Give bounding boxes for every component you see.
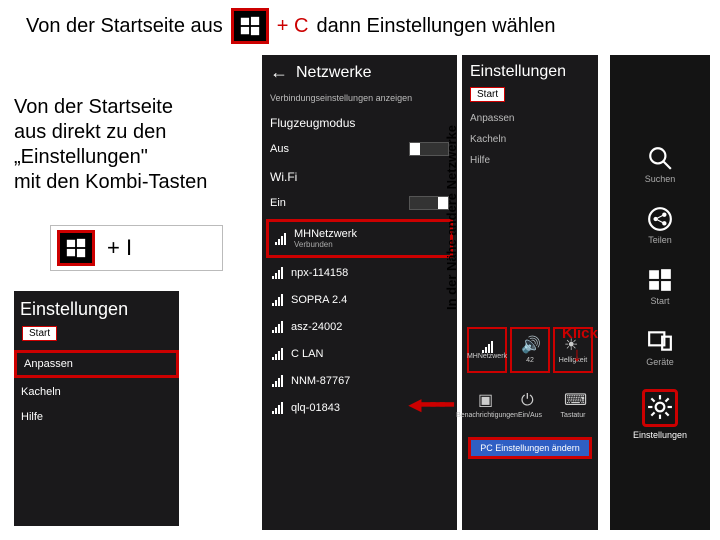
- networks-panel: ← Netzwerke Verbindungseinstellungen anz…: [262, 55, 457, 530]
- charm-label: Start: [650, 296, 669, 306]
- wifi-icon: [272, 321, 283, 333]
- title-pre: Von der Startseite aus: [26, 15, 223, 38]
- setting-item-anpassen[interactable]: Anpassen: [462, 108, 598, 129]
- charm-devices[interactable]: Geräte: [646, 328, 674, 367]
- start-tag[interactable]: Start: [470, 87, 505, 102]
- networks-header: ← Netzwerke: [262, 55, 457, 90]
- windows-key-icon: [57, 230, 95, 266]
- search-icon: [647, 145, 673, 171]
- network-item[interactable]: C LAN: [266, 342, 453, 366]
- devices-icon: [647, 328, 673, 354]
- wifi-label: Wi.Fi: [270, 170, 297, 184]
- charm-share[interactable]: Teilen: [647, 206, 673, 245]
- pc-settings-button[interactable]: PC Einstellungen ändern: [468, 437, 592, 459]
- sub-l2: aus direkt zu den: [14, 120, 244, 145]
- power-icon: ⏻: [521, 392, 539, 410]
- wifi-state: Ein: [270, 197, 286, 209]
- start-tag[interactable]: Start: [22, 326, 57, 341]
- title-row: Von der Startseite aus + C dann Einstell…: [26, 8, 556, 44]
- network-name: qlq-01843: [291, 402, 340, 414]
- setting-item-kacheln[interactable]: Kacheln: [14, 381, 179, 403]
- klick-annotation: Klick: [562, 325, 598, 342]
- setting-item-hilfe[interactable]: Hilfe: [462, 150, 598, 171]
- arrow-left-icon: ◄━━━: [404, 392, 450, 418]
- gear-icon-wrap: [642, 389, 678, 427]
- shortcut-i: + I: [107, 235, 132, 261]
- wifi-icon: [272, 402, 283, 414]
- keyboard-icon: ⌨: [564, 392, 582, 410]
- windows-key-icon: [231, 8, 269, 44]
- settings-panel-small: Einstellungen Start Anpassen Kacheln Hil…: [14, 291, 179, 526]
- network-item[interactable]: asz-24002: [266, 315, 453, 339]
- networks-title: Netzwerke: [296, 64, 372, 82]
- network-name: NNM-87767: [291, 375, 350, 387]
- sub-l1: Von der Startseite: [14, 95, 244, 120]
- wifi-icon: [272, 267, 283, 279]
- back-icon[interactable]: ←: [270, 62, 288, 83]
- quick-notifications[interactable]: ▣Benachrichtigungen: [467, 382, 507, 428]
- charm-label: Teilen: [648, 235, 672, 245]
- flight-mode-state: Aus: [270, 143, 289, 155]
- wifi-icon: [272, 294, 283, 306]
- wifi-icon: [272, 348, 283, 360]
- quick-row-2: ▣Benachrichtigungen ⏻Ein/Aus ⌨Tastatur: [462, 376, 598, 431]
- wifi-toggle[interactable]: [409, 196, 449, 210]
- title-post: dann Einstellungen wählen: [316, 15, 555, 38]
- settings-charm-panel: Einstellungen Start Anpassen Kacheln Hil…: [462, 55, 598, 530]
- quick-network[interactable]: MHNetzwerk: [467, 327, 507, 373]
- quick-volume[interactable]: 🔊42: [510, 327, 550, 373]
- gear-icon: [647, 394, 673, 420]
- wifi-icon: [275, 233, 286, 245]
- network-item[interactable]: MHNetzwerkVerbunden: [266, 219, 453, 258]
- network-item[interactable]: npx-114158: [266, 261, 453, 285]
- windows-icon: [647, 267, 673, 293]
- nearby-networks-label: In der Nähe andere Netzwerke: [444, 90, 459, 310]
- wifi-icon: [272, 375, 283, 387]
- charms-bar: Suchen Teilen Start Geräte Einstellungen: [610, 55, 710, 530]
- network-name: npx-114158: [291, 267, 348, 279]
- sub-l3: „Einstellungen": [14, 145, 244, 170]
- charm-label: Suchen: [645, 174, 676, 184]
- network-name: SOPRA 2.4: [291, 294, 347, 306]
- sub-text: Von der Startseite aus direkt zu den „Ei…: [14, 95, 244, 195]
- conn-settings-link[interactable]: Verbindungseinstellungen anzeigen: [262, 90, 457, 106]
- share-icon: [647, 206, 673, 232]
- volume-icon: 🔊: [521, 337, 539, 355]
- charm-label: Einstellungen: [633, 430, 687, 440]
- network-item[interactable]: SOPRA 2.4: [266, 288, 453, 312]
- flight-mode-label: Flugzeugmodus: [270, 116, 355, 130]
- quick-keyboard[interactable]: ⌨Tastatur: [553, 382, 593, 428]
- charm-start[interactable]: Start: [647, 267, 673, 306]
- charm-search[interactable]: Suchen: [645, 145, 676, 184]
- setting-item-anpassen[interactable]: Anpassen: [14, 350, 179, 378]
- network-name: asz-24002: [291, 321, 342, 333]
- setting-item-kacheln[interactable]: Kacheln: [462, 129, 598, 150]
- panel-title: Einstellungen: [14, 291, 179, 322]
- network-item[interactable]: NNM-87767: [266, 369, 453, 393]
- setting-item-hilfe[interactable]: Hilfe: [14, 406, 179, 428]
- shortcut-c: + C: [277, 15, 309, 38]
- network-status: Verbunden: [294, 240, 357, 249]
- charm-settings[interactable]: Einstellungen: [633, 389, 687, 440]
- shortcut-i-row: + I: [50, 225, 223, 271]
- sub-l4: mit den Kombi-Tasten: [14, 170, 244, 195]
- network-name: MHNetzwerk: [294, 228, 357, 240]
- quick-power[interactable]: ⏻Ein/Aus: [510, 382, 550, 428]
- flight-mode-toggle[interactable]: [409, 142, 449, 156]
- bell-icon: ▣: [478, 392, 496, 410]
- panel-title: Einstellungen: [462, 55, 598, 83]
- arrow-down-icon: ↓: [572, 344, 582, 367]
- charm-label: Geräte: [646, 357, 674, 367]
- network-name: C LAN: [291, 348, 323, 360]
